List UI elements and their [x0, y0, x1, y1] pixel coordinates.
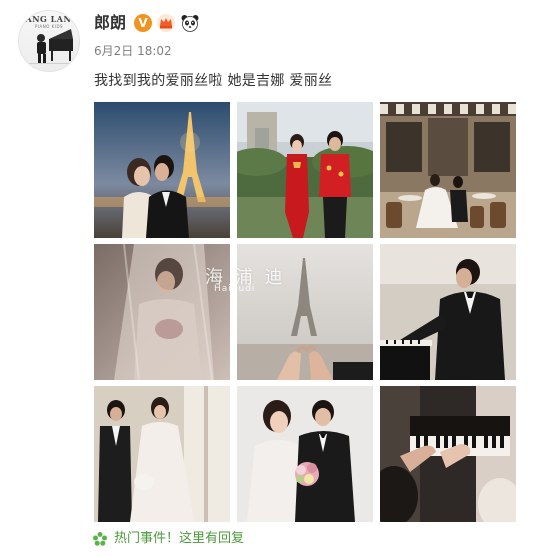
avatar[interactable]: LANG LANG PIANO KIDS: [18, 10, 80, 72]
photo-man-playing-piano[interactable]: [380, 244, 516, 380]
post-timestamp[interactable]: 6月2日 18:02: [94, 43, 172, 59]
panda-icon[interactable]: [180, 13, 200, 33]
photo-hands-on-piano[interactable]: [380, 386, 516, 522]
hot-event-link[interactable]: 热门事件！这里有回复: [92, 530, 244, 548]
post-text: 我找到我的爱丽丝啦 她是吉娜 爱丽丝: [94, 73, 333, 89]
photo-arc-red-qipao-couple[interactable]: [237, 102, 373, 238]
photo-paris-cafe-couple-image: [380, 102, 516, 238]
photo-bride-groom-window[interactable]: [94, 386, 230, 522]
crown-icon[interactable]: [156, 13, 176, 33]
photo-eiffel-night-couple-image: [94, 102, 230, 238]
photo-eiffel-pinky-promise-image: [237, 244, 373, 380]
photo-man-playing-piano-image: [380, 244, 516, 380]
username[interactable]: 郎朗: [94, 12, 126, 34]
photo-bride-groom-bouquet[interactable]: [237, 386, 373, 522]
photo-arc-red-qipao-couple-image: [237, 102, 373, 238]
hot-event-text: 热门事件！这里有回复: [114, 531, 245, 546]
weibo-post: LANG LANG PIANO KIDS 郎朗 V 6月2日 18:02 我找到…: [0, 0, 552, 556]
hot-event-flower-icon: [93, 532, 107, 546]
user-badges: V: [134, 13, 200, 33]
photo-grid: [94, 102, 517, 522]
photo-bride-veil-portrait-image: [94, 244, 230, 380]
photo-eiffel-night-couple[interactable]: [94, 102, 230, 238]
photo-paris-cafe-couple[interactable]: [380, 102, 516, 238]
avatar-logo-subtext: PIANO KIDS: [34, 24, 64, 29]
photo-bride-groom-window-image: [94, 386, 230, 522]
photo-bride-groom-bouquet-image: [237, 386, 373, 522]
avatar-logo-text: LANG LANG: [19, 14, 79, 24]
verified-icon[interactable]: V: [134, 14, 152, 32]
photo-eiffel-pinky-promise[interactable]: [237, 244, 373, 380]
photo-bride-veil-portrait[interactable]: [94, 244, 230, 380]
photo-hands-on-piano-image: [380, 386, 516, 522]
